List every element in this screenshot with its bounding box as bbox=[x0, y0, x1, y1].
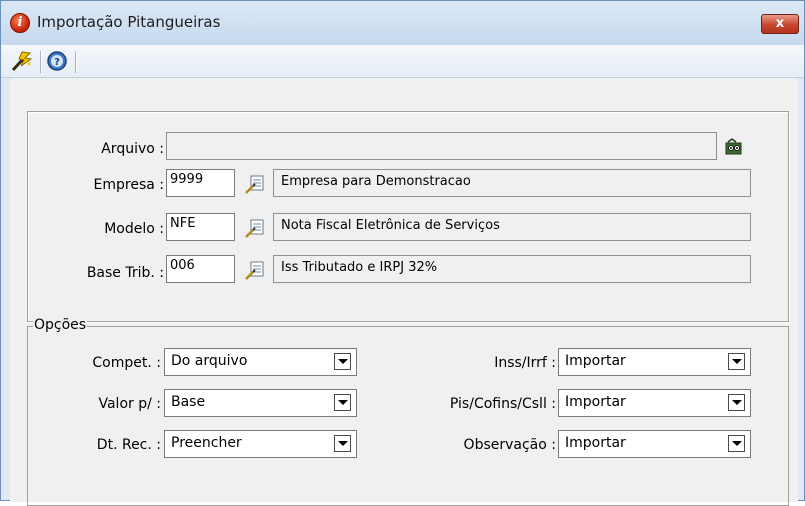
chevron-down-icon[interactable] bbox=[728, 435, 745, 452]
toolbar-separator bbox=[75, 51, 77, 73]
chevron-down-icon[interactable] bbox=[334, 353, 351, 370]
modelo-code-input[interactable]: NFE bbox=[166, 213, 235, 241]
inss-irrf-select[interactable]: Importar bbox=[558, 348, 751, 376]
valor-select[interactable]: Base bbox=[164, 389, 357, 417]
observacao-select[interactable]: Importar bbox=[558, 430, 751, 458]
dt-rec-select[interactable]: Preencher bbox=[164, 430, 357, 458]
chevron-down-icon[interactable] bbox=[728, 353, 745, 370]
chevron-down-icon[interactable] bbox=[728, 394, 745, 411]
toolbar-separator bbox=[40, 51, 42, 73]
empresa-description: Empresa para Demonstracao bbox=[273, 169, 751, 197]
modelo-label: Modelo : bbox=[104, 221, 164, 237]
modelo-description: Nota Fiscal Eletrônica de Serviços bbox=[273, 213, 751, 241]
question-icon[interactable]: ? bbox=[45, 50, 69, 72]
chevron-down-icon[interactable] bbox=[334, 394, 351, 411]
inss-irrf-label: Inss/Irrf : bbox=[494, 355, 556, 371]
title-bar: i Importação Pitangueiras x bbox=[1, 1, 804, 45]
observacao-select-value: Importar bbox=[565, 435, 626, 451]
valor-select-value: Base bbox=[171, 394, 206, 410]
toolbar: ? bbox=[1, 45, 804, 78]
window-title: Importação Pitangueiras bbox=[37, 13, 221, 31]
lookup-base-trib-icon[interactable] bbox=[244, 259, 266, 281]
base-trib-label: Base Trib. : bbox=[86, 265, 164, 281]
lookup-modelo-icon[interactable] bbox=[244, 217, 266, 239]
inss-irrf-select-value: Importar bbox=[565, 353, 626, 369]
chevron-down-icon[interactable] bbox=[334, 435, 351, 452]
observacao-label: Observação : bbox=[463, 437, 556, 453]
base-trib-description: Iss Tributado e IRPJ 32% bbox=[273, 255, 751, 283]
arquivo-label: Arquivo : bbox=[101, 141, 164, 157]
import-window: i Importação Pitangueiras x ? Arquivo : bbox=[0, 0, 805, 506]
dialog-body: Arquivo : Empresa : 9999 Empresa para De… bbox=[10, 78, 798, 506]
options-group-title: Opções bbox=[33, 317, 88, 333]
valor-label: Valor p/ : bbox=[98, 396, 161, 412]
empresa-label: Empresa : bbox=[93, 177, 164, 193]
compet-label: Compet. : bbox=[92, 355, 161, 371]
pis-cofins-csll-label: Pis/Cofins/Csll : bbox=[449, 396, 556, 412]
pis-cofins-csll-select[interactable]: Importar bbox=[558, 389, 751, 417]
base-trib-code-input[interactable]: 006 bbox=[166, 255, 235, 283]
dt-rec-label: Dt. Rec. : bbox=[96, 437, 161, 453]
arquivo-field[interactable] bbox=[166, 132, 717, 160]
lookup-empresa-icon[interactable] bbox=[244, 173, 266, 195]
open-folder-icon[interactable] bbox=[723, 136, 745, 158]
close-button[interactable]: x bbox=[761, 14, 799, 34]
info-app-icon: i bbox=[10, 13, 30, 33]
empresa-code-input[interactable]: 9999 bbox=[166, 169, 235, 197]
lightning-wand-icon[interactable] bbox=[10, 50, 34, 72]
dt-rec-select-value: Preencher bbox=[171, 435, 242, 451]
compet-select-value: Do arquivo bbox=[171, 353, 248, 369]
pis-cofins-csll-select-value: Importar bbox=[565, 394, 626, 410]
compet-select[interactable]: Do arquivo bbox=[164, 348, 357, 376]
svg-text:?: ? bbox=[54, 57, 60, 68]
